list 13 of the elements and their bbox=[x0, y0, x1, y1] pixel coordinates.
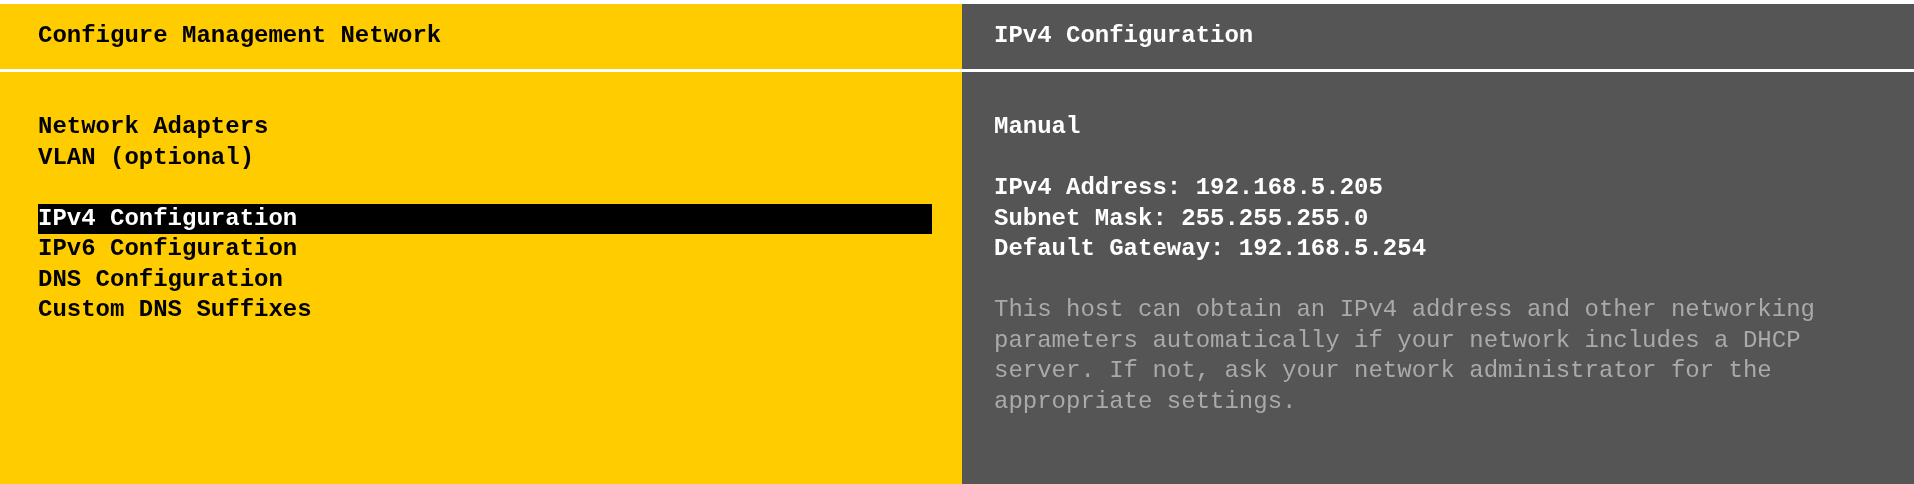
panel-title: IPv4 Configuration bbox=[994, 21, 1254, 52]
mode-label: Manual bbox=[994, 112, 1082, 142]
detail-line: Subnet Mask: 255.255.255.0 bbox=[994, 203, 1370, 234]
menu-item[interactable]: Network Adapters bbox=[38, 112, 932, 143]
menu-item[interactable]: Custom DNS Suffixes bbox=[38, 295, 932, 326]
description-text: This host can obtain an IPv4 address and other networking parameters automatically if your network includes a DHCP server. If not, ask your network administrator for the appropriate settings. bbox=[994, 295, 1816, 417]
menu-item[interactable]: DNS Configuration bbox=[38, 264, 932, 295]
panel-title: Configure Management Network bbox=[38, 21, 442, 52]
detail-line: Default Gateway: 192.168.5.254 bbox=[994, 234, 1428, 264]
detail-line: IPv4 Address: 192.168.5.205 bbox=[994, 173, 1384, 203]
menu-item[interactable]: IPv4 Configuration bbox=[38, 203, 932, 234]
menu-item[interactable]: IPv6 Configuration bbox=[38, 234, 932, 265]
menu-item[interactable]: VLAN (optional) bbox=[38, 142, 932, 173]
